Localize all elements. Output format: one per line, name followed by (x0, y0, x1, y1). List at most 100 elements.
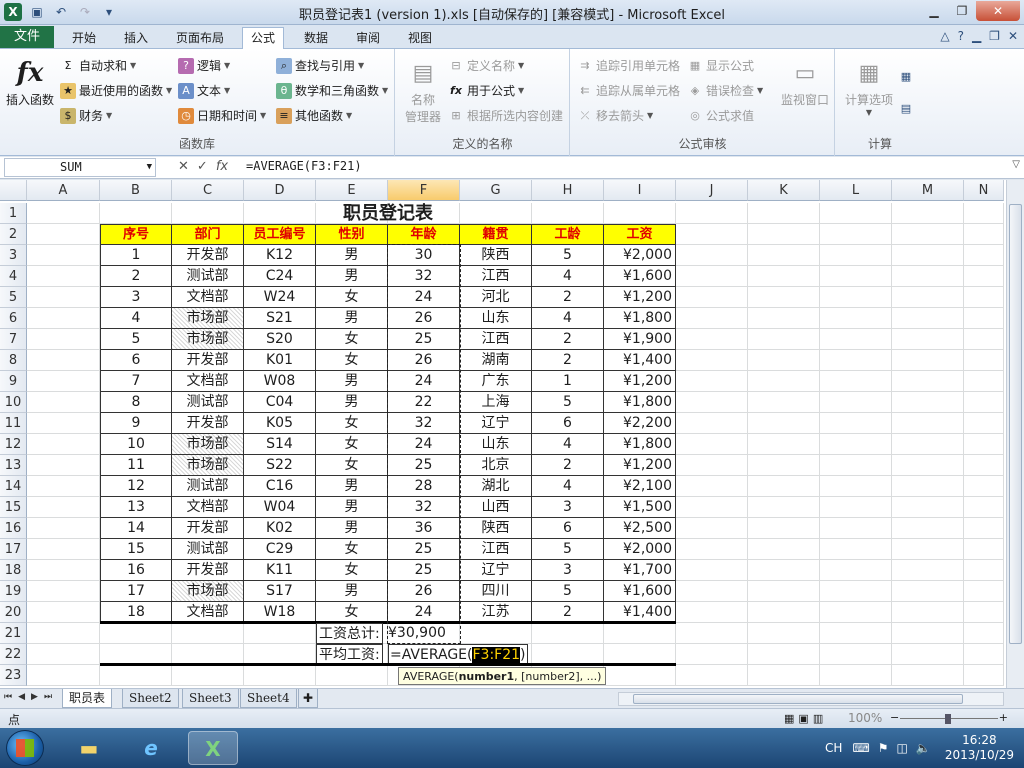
row-header[interactable]: 7 (0, 329, 27, 350)
table-cell[interactable]: 25 (388, 560, 460, 581)
table-cell[interactable]: ¥2,100 (604, 476, 676, 497)
tooltip-fn[interactable]: AVERAGE( (403, 670, 459, 683)
grid-cell[interactable] (748, 245, 820, 266)
table-cell[interactable]: 3 (532, 560, 604, 581)
column-header[interactable]: I (604, 180, 676, 201)
table-cell[interactable]: 男 (316, 245, 388, 266)
tab-insert[interactable]: 插入 (116, 28, 156, 49)
grid-cell[interactable] (460, 623, 532, 644)
table-cell[interactable]: 市场部 (172, 455, 244, 476)
table-cell[interactable]: W08 (244, 371, 316, 392)
grid-cell[interactable] (820, 497, 892, 518)
grid-cell[interactable] (820, 203, 892, 224)
grid-cell[interactable] (27, 518, 100, 539)
table-cell[interactable]: K11 (244, 560, 316, 581)
table-header-cell[interactable]: 部门 (172, 224, 244, 245)
row-header[interactable]: 12 (0, 434, 27, 455)
table-cell[interactable]: 山东 (460, 308, 532, 329)
table-cell[interactable]: ¥2,000 (604, 245, 676, 266)
scroll-thumb[interactable] (1009, 204, 1022, 644)
wb-restore-icon[interactable]: ❐ (989, 29, 1000, 43)
row-header[interactable]: 8 (0, 350, 27, 371)
grid-cell[interactable] (892, 539, 964, 560)
network-icon[interactable]: ◫ (893, 741, 912, 755)
grid-cell[interactable] (748, 476, 820, 497)
table-cell[interactable]: 文档部 (172, 287, 244, 308)
grid-cell[interactable] (676, 266, 748, 287)
table-cell[interactable]: 5 (532, 539, 604, 560)
table-cell[interactable]: 市场部 (172, 434, 244, 455)
enter-icon[interactable]: ✓ (197, 159, 208, 174)
row-header[interactable]: 6 (0, 308, 27, 329)
grid-cell[interactable] (892, 203, 964, 224)
grid-cell[interactable] (748, 623, 820, 644)
grid-cell[interactable] (27, 371, 100, 392)
define-name-button[interactable]: ⊟ 定义名称 ▼ (448, 55, 524, 77)
sheet-tab-1[interactable]: 职员表 (62, 689, 113, 708)
grid-cell[interactable] (676, 434, 748, 455)
grid-cell[interactable] (676, 644, 748, 665)
grid-cell[interactable] (244, 665, 316, 686)
grid-cell[interactable] (676, 413, 748, 434)
row-header[interactable]: 16 (0, 518, 27, 539)
grid-cell[interactable] (964, 560, 1004, 581)
column-header[interactable]: F (388, 180, 460, 201)
keyboard-icon[interactable]: ⌨ (848, 741, 873, 755)
table-cell[interactable]: 32 (388, 266, 460, 287)
table-cell[interactable]: 开发部 (172, 245, 244, 266)
table-cell[interactable]: 26 (388, 308, 460, 329)
table-header-cell[interactable]: 年龄 (388, 224, 460, 245)
grid-cell[interactable] (748, 434, 820, 455)
row-header[interactable]: 17 (0, 539, 27, 560)
table-cell[interactable]: 32 (388, 497, 460, 518)
table-cell[interactable]: 辽宁 (460, 413, 532, 434)
tab-data[interactable]: 数据 (296, 28, 336, 49)
cancel-icon[interactable]: ✕ (178, 159, 189, 174)
grid-cell[interactable] (748, 539, 820, 560)
grid-cell[interactable] (820, 623, 892, 644)
datetime-button[interactable]: ◷ 日期和时间 ▼ (178, 105, 266, 127)
grid-cell[interactable] (892, 224, 964, 245)
table-cell[interactable]: 24 (388, 434, 460, 455)
table-cell[interactable]: ¥1,900 (604, 329, 676, 350)
grid-cell[interactable] (892, 455, 964, 476)
table-cell[interactable]: 女 (316, 350, 388, 371)
table-cell[interactable]: K12 (244, 245, 316, 266)
math-button[interactable]: θ 数学和三角函数 ▼ (276, 80, 388, 102)
column-header[interactable]: D (244, 180, 316, 201)
table-cell[interactable]: 5 (532, 392, 604, 413)
table-cell[interactable]: ¥1,800 (604, 308, 676, 329)
table-cell[interactable]: ¥2,200 (604, 413, 676, 434)
table-cell[interactable]: 4 (532, 308, 604, 329)
table-cell[interactable]: 文档部 (172, 371, 244, 392)
row-header[interactable]: 9 (0, 371, 27, 392)
column-header[interactable]: C (172, 180, 244, 201)
table-cell[interactable]: 市场部 (172, 329, 244, 350)
grid-cell[interactable] (892, 518, 964, 539)
table-cell[interactable]: 4 (100, 308, 172, 329)
grid-cell[interactable] (676, 308, 748, 329)
create-from-selection-button[interactable]: ⊞ 根据所选内容创建 (448, 105, 563, 127)
table-cell[interactable]: C29 (244, 539, 316, 560)
table-cell[interactable]: 开发部 (172, 350, 244, 371)
grid-cell[interactable] (964, 413, 1004, 434)
grid-cell[interactable] (748, 308, 820, 329)
grid-cell[interactable] (820, 434, 892, 455)
grid-cell[interactable] (964, 602, 1004, 623)
grid-cell[interactable] (27, 623, 100, 644)
grid-cell[interactable] (27, 539, 100, 560)
row-header[interactable]: 23 (0, 665, 27, 686)
grid-cell[interactable] (748, 560, 820, 581)
table-cell[interactable]: 江苏 (460, 602, 532, 623)
table-cell[interactable]: 5 (532, 581, 604, 602)
sheet-tab-4[interactable]: Sheet4 (240, 689, 297, 708)
minimize-ribbon-icon[interactable]: △ (940, 29, 949, 43)
row-header[interactable]: 15 (0, 497, 27, 518)
table-cell[interactable]: 13 (100, 497, 172, 518)
grid-cell[interactable] (964, 224, 1004, 245)
grid-cell[interactable] (676, 539, 748, 560)
grid-cell[interactable] (27, 245, 100, 266)
column-header[interactable]: M (892, 180, 964, 201)
grid-cell[interactable] (748, 644, 820, 665)
select-all-corner[interactable] (0, 180, 27, 201)
